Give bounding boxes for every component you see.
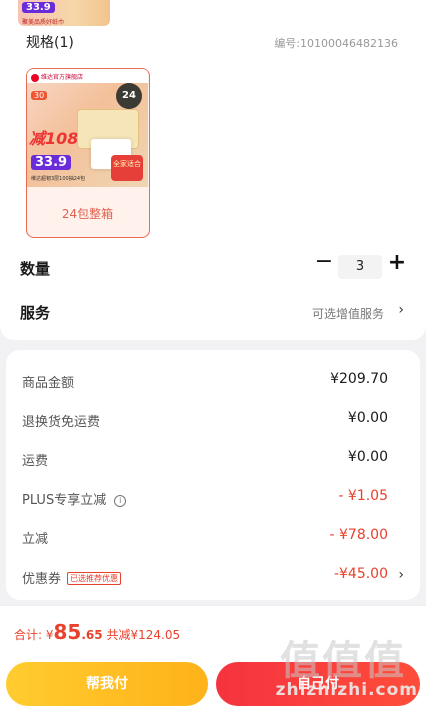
coupon-tag: 已选推荐优惠	[67, 572, 122, 585]
summary-row-coupon[interactable]: 优惠券 已选推荐优惠	[22, 568, 122, 587]
quantity-minus-button[interactable]: −	[314, 251, 334, 273]
summary-label-return-shipping: 退换货免运费	[22, 415, 101, 430]
summary-value-shipping: ¥0.00	[347, 449, 388, 465]
total-int: 85	[53, 620, 82, 644]
saved-value: ¥124.05	[130, 628, 181, 642]
service-label: 服务	[20, 304, 51, 322]
spec-option-image: 维达官方旗舰店 30 24 减108 全家适合 33.9 维达超韧3层100抽2…	[27, 69, 148, 187]
total-currency: ¥	[45, 628, 54, 642]
spec-option-label: 24包整箱	[61, 207, 114, 221]
info-icon[interactable]: i	[114, 495, 127, 507]
total-label: 合计:	[14, 628, 43, 642]
image-promo-box: 全家适合	[111, 155, 143, 181]
thumbnail-price: 33.9	[22, 2, 55, 13]
summary-label-plus: PLUS专享立减	[22, 493, 107, 508]
image-qty-tag: 30	[31, 91, 48, 100]
quantity-value[interactable]: 3	[338, 255, 382, 279]
summary-value-coupon[interactable]: -¥45.00	[334, 566, 388, 582]
summary-value-plus: - ¥1.05	[338, 488, 388, 504]
product-code: 编号:10100046482136	[274, 37, 398, 50]
spec-card: 规格(1) 编号:10100046482136 维达官方旗舰店 30 24 减1…	[0, 30, 426, 340]
spec-option-24pack[interactable]: 维达官方旗舰店 30 24 减108 全家适合 33.9 维达超韧3层100抽2…	[26, 68, 150, 238]
watermark-site: zhizhizhi.com	[275, 680, 418, 700]
product-thumbnail[interactable]: 33.9 聚美品质好纸巾	[18, 0, 110, 26]
thumbnail-caption: 聚美品质好纸巾	[22, 19, 65, 26]
summary-row-plus: PLUS专享立减 i	[22, 489, 127, 508]
coupon-chevron-icon[interactable]: ›	[398, 567, 404, 583]
quantity-plus-button[interactable]: +	[386, 252, 408, 274]
image-small-text: 维达超韧3层100抽24包	[31, 176, 86, 182]
spec-title: 规格(1)	[26, 35, 74, 51]
summary-value-instant-discount: - ¥78.00	[329, 527, 389, 543]
price-summary-card: 商品金额 ¥209.70 退换货免运费 ¥0.00 运费 ¥0.00 PLUS专…	[6, 350, 420, 600]
quantity-label: 数量	[20, 260, 51, 278]
saved-label: 共减	[106, 628, 131, 642]
summary-label-instant-discount: 立减	[22, 532, 49, 547]
image-header-text: 维达官方旗舰店	[41, 74, 84, 81]
summary-value-return-shipping: ¥0.00	[347, 410, 388, 426]
image-header: 维达官方旗舰店	[27, 69, 148, 83]
summary-label-shipping: 运费	[22, 454, 49, 469]
total-line: 合计: ¥85.65 共减¥124.05	[14, 620, 180, 644]
total-dec: .65	[81, 628, 103, 642]
image-price: 33.9	[31, 155, 72, 170]
summary-label-goods: 商品金额	[22, 376, 75, 391]
help-pay-button[interactable]: 帮我付	[6, 662, 208, 706]
image-discount: 减108	[29, 129, 79, 148]
service-chevron-icon[interactable]: ›	[398, 302, 404, 318]
service-value[interactable]: 可选增值服务	[312, 305, 384, 322]
image-badge: 24	[116, 83, 142, 109]
summary-value-goods: ¥209.70	[330, 371, 388, 387]
watermark-logo: 值值值	[280, 638, 406, 684]
summary-label-coupon: 优惠券	[22, 572, 62, 587]
brand-logo-icon	[31, 73, 39, 82]
